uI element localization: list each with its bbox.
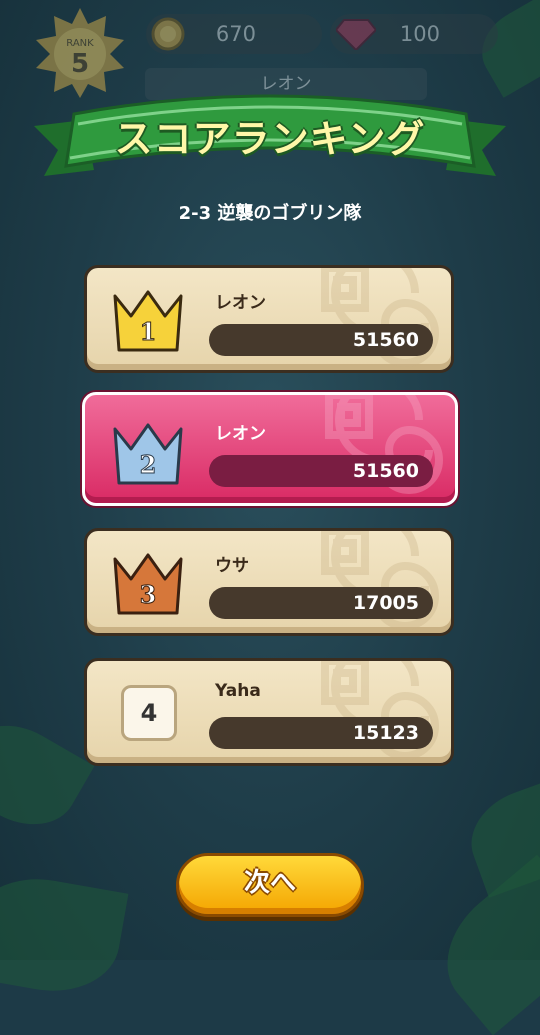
spiral-decoration: [325, 395, 443, 494]
rank-number: 3: [140, 580, 157, 609]
score-bar: 51560: [209, 324, 433, 356]
gem-value: 100: [399, 22, 440, 46]
rank-label: RANK: [66, 38, 94, 49]
crown-bronze-icon: 3: [113, 553, 183, 615]
next-button-label: 次へ: [243, 868, 296, 898]
score-value: 15123: [352, 722, 419, 744]
next-button[interactable]: 次へ: [176, 853, 364, 917]
crown-gold-icon: 1: [113, 290, 183, 352]
player-name: Yaha: [215, 681, 261, 701]
coin-counter: 670: [146, 14, 322, 54]
gem-counter: 100: [330, 14, 498, 54]
page-title: スコアランキング: [114, 117, 426, 161]
player-name: レオン: [215, 424, 266, 444]
stage-name: 2-3 逆襲のゴブリン隊: [178, 203, 362, 224]
score-value: 51560: [352, 460, 419, 482]
rank-number: 2: [140, 450, 157, 479]
spiral-decoration: [321, 268, 439, 367]
ranking-row-2: 2 レオン 51560: [82, 392, 458, 506]
rank-sun-icon: RANK 5: [36, 8, 124, 98]
ranking-row-3: 3 ウサ 17005: [84, 528, 454, 636]
score-value: 51560: [352, 329, 419, 351]
score-bar: 51560: [209, 455, 433, 487]
rank-number: 1: [140, 317, 157, 346]
gem-icon: [336, 19, 376, 50]
rank-number: 4: [121, 685, 177, 741]
spiral-decoration: [321, 661, 439, 760]
score-value: 17005: [352, 592, 419, 614]
player-name: レオン: [215, 293, 266, 313]
crown-silver-icon: 2: [113, 423, 183, 485]
player-name: ウサ: [215, 556, 249, 576]
coin-icon: [151, 17, 185, 51]
coin-value: 670: [215, 22, 256, 46]
score-bar: 15123: [209, 717, 433, 749]
ranking-row-4: 4 Yaha 15123: [84, 658, 454, 766]
score-bar: 17005: [209, 587, 433, 619]
rank-value: 5: [71, 49, 89, 79]
spiral-decoration: [321, 531, 439, 630]
ranking-row-1: 1 レオン 51560: [84, 265, 454, 373]
